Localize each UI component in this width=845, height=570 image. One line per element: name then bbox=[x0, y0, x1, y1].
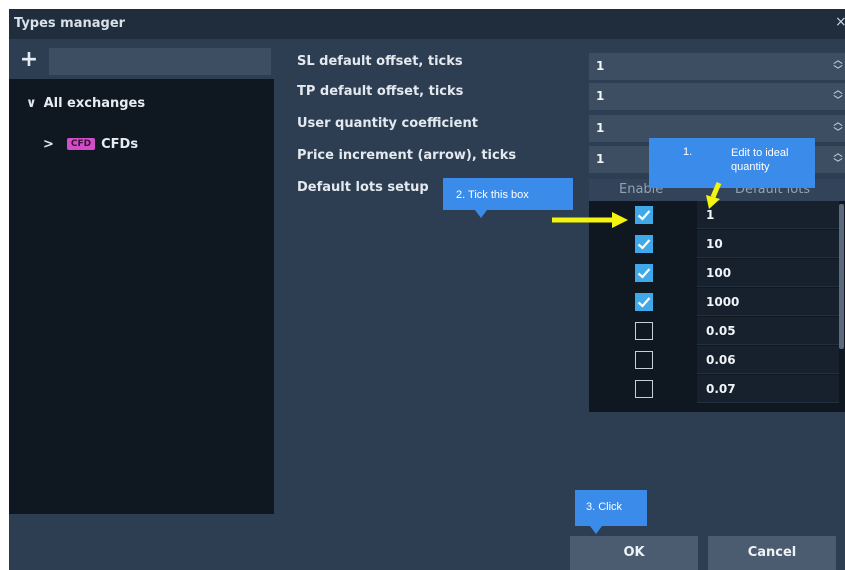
enable-checkbox[interactable] bbox=[635, 380, 653, 398]
row-divider bbox=[697, 286, 839, 287]
default-lot-input[interactable]: 10 bbox=[697, 230, 839, 258]
price-increment-label: Price increment (arrow), ticks bbox=[297, 148, 517, 163]
ok-button[interactable]: OK bbox=[570, 536, 698, 570]
stepper-arrows-icon[interactable]: ︿ ﹀ bbox=[833, 118, 843, 138]
table-row: 0.05 bbox=[589, 317, 839, 345]
table-row: 10 bbox=[589, 230, 839, 258]
enable-checkbox[interactable] bbox=[635, 351, 653, 369]
table-row: 0.07 bbox=[589, 375, 839, 403]
row-divider bbox=[697, 228, 839, 229]
quantity-coefficient-label: User quantity coefficient bbox=[297, 116, 478, 131]
table-row: 1000 bbox=[589, 288, 839, 316]
row-divider bbox=[697, 315, 839, 316]
row-divider bbox=[697, 344, 839, 345]
tp-offset-label: TP default offset, ticks bbox=[297, 84, 464, 99]
sl-offset-stepper[interactable]: 1 ︿ ﹀ bbox=[589, 53, 845, 80]
annotation-edit-quantity: 1. Edit to ideal quantity bbox=[649, 138, 815, 188]
tree-item-label: All exchanges bbox=[43, 95, 146, 111]
lots-scrollbar[interactable] bbox=[839, 204, 844, 349]
price-increment-value: 1 bbox=[596, 152, 605, 166]
tree-item-cfds[interactable]: > CFD CFDs bbox=[43, 134, 138, 154]
tp-offset-stepper[interactable]: 1 ︿ ﹀ bbox=[589, 83, 845, 110]
enable-checkbox-checked[interactable] bbox=[635, 264, 653, 282]
tree-search-input[interactable] bbox=[49, 48, 271, 75]
annotation-number: 1. bbox=[683, 146, 693, 158]
stepper-arrows-icon[interactable]: ︿ ﹀ bbox=[833, 56, 843, 76]
table-row: 0.06 bbox=[589, 346, 839, 374]
stepper-arrows-icon[interactable]: ︿ ﹀ bbox=[833, 149, 843, 169]
annotation-text: Edit to ideal quantity bbox=[731, 147, 789, 173]
annotation-tick-box: 2. Tick this box bbox=[443, 178, 573, 210]
window-title: Types manager bbox=[14, 16, 126, 31]
cancel-button[interactable]: Cancel bbox=[708, 536, 836, 570]
chevron-down-icon[interactable]: ∨ bbox=[26, 96, 37, 111]
quantity-coefficient-value: 1 bbox=[596, 121, 605, 135]
default-lot-input[interactable]: 0.07 bbox=[697, 375, 839, 403]
exchange-tree: ∨ All exchanges > CFD CFDs bbox=[9, 79, 274, 514]
default-lot-input[interactable]: 1 bbox=[697, 201, 839, 229]
default-lots-label: Default lots setup bbox=[297, 180, 429, 195]
tree-item-label: CFDs bbox=[101, 136, 139, 152]
table-row: 100 bbox=[589, 259, 839, 287]
close-icon[interactable]: × bbox=[835, 14, 845, 30]
title-bar: Types manager × bbox=[9, 9, 845, 39]
default-lot-input[interactable]: 100 bbox=[697, 259, 839, 287]
default-lot-input[interactable]: 0.05 bbox=[697, 317, 839, 345]
enable-checkbox-checked[interactable] bbox=[635, 235, 653, 253]
row-divider bbox=[697, 373, 839, 374]
tree-item-all-exchanges[interactable]: ∨ All exchanges bbox=[26, 93, 145, 113]
tp-offset-value: 1 bbox=[596, 89, 605, 103]
enable-checkbox[interactable] bbox=[635, 322, 653, 340]
default-lot-input[interactable]: 0.06 bbox=[697, 346, 839, 374]
enable-checkbox-checked[interactable] bbox=[635, 206, 653, 224]
table-row: 1 bbox=[589, 201, 839, 229]
cfd-badge: CFD bbox=[66, 138, 96, 150]
add-button[interactable]: + bbox=[17, 49, 41, 73]
annotation-tail bbox=[590, 526, 602, 534]
chevron-right-icon[interactable]: > bbox=[43, 137, 54, 152]
stepper-arrows-icon[interactable]: ︿ ﹀ bbox=[833, 86, 843, 106]
sl-offset-label: SL default offset, ticks bbox=[297, 54, 463, 69]
row-divider bbox=[697, 402, 839, 403]
default-lot-input[interactable]: 1000 bbox=[697, 288, 839, 316]
types-manager-window: Types manager × + ∨ All exchanges > CFD … bbox=[9, 9, 845, 570]
default-lots-table: Enable Default lots 1 10 100 1000 0.05 0.06 0.… bbox=[589, 179, 845, 412]
annotation-click: 3. Click bbox=[575, 490, 647, 526]
sl-offset-value: 1 bbox=[596, 59, 605, 73]
row-divider bbox=[697, 257, 839, 258]
annotation-tail bbox=[475, 210, 487, 218]
enable-checkbox-checked[interactable] bbox=[635, 293, 653, 311]
